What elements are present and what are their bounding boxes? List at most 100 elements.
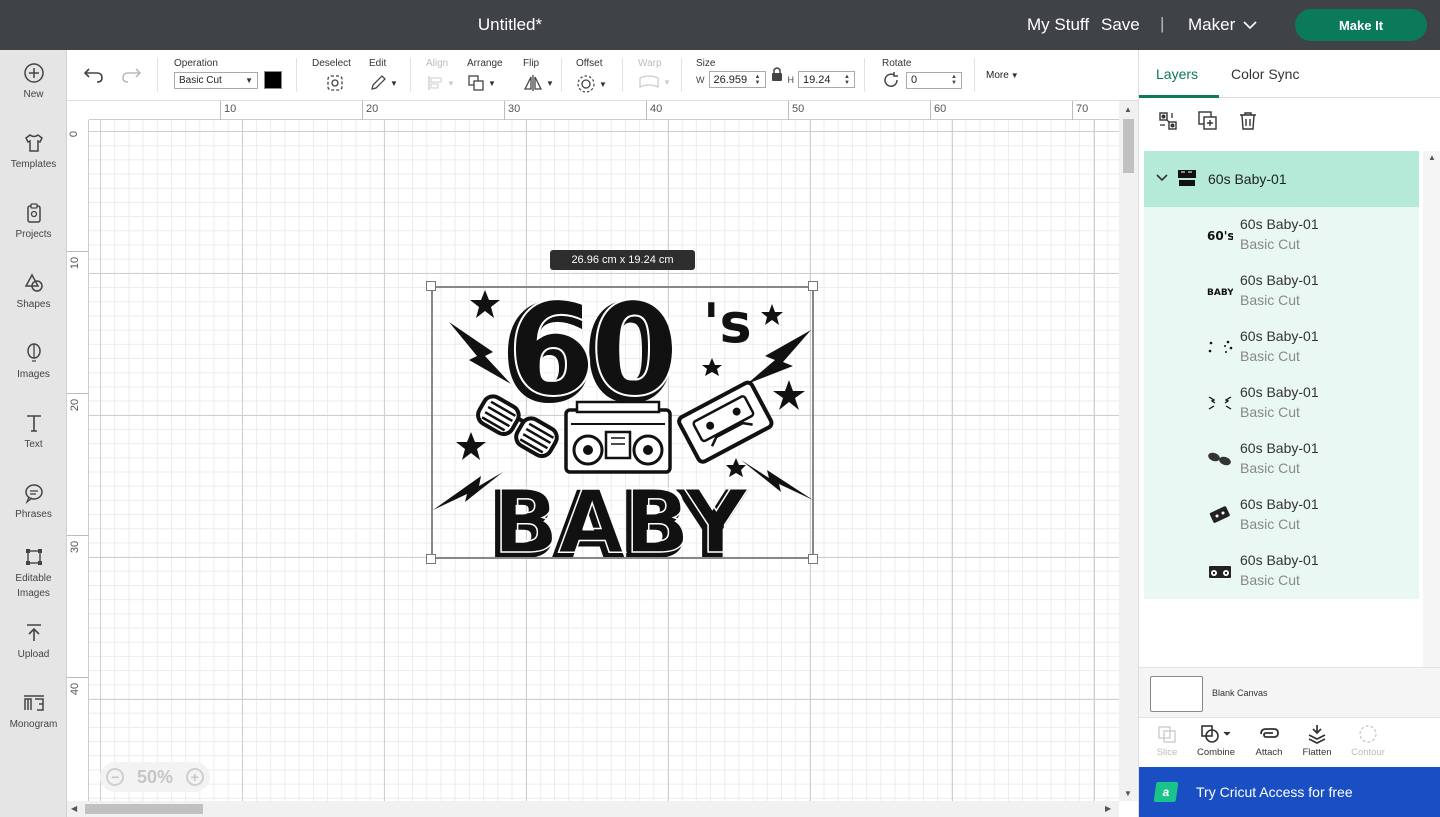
sidebar-item-phrases[interactable]: Phrases [0,482,67,522]
monogram-icon [23,695,44,711]
layer-item[interactable]: 60's 60s Baby-01 Basic Cut [1144,207,1419,263]
flip-tool[interactable]: Flip ▼ [523,58,554,92]
align-tool: Align ▼ [426,58,455,92]
sidebar-item-label: Templates [10,159,57,170]
cricut-access-banner[interactable]: a Try Cricut Access for free [1139,767,1440,817]
undo-icon[interactable] [83,66,105,84]
resize-handle-top-right[interactable] [808,281,818,291]
layer-action-bar: Slice Combine Attach Flatten Contour [1139,717,1440,767]
scroll-left-icon[interactable]: ◀ [71,804,77,813]
sidebar-item-projects[interactable]: Projects [0,202,67,242]
selection-box [431,286,814,559]
width-input[interactable]: 26.959 ▲ ▼ [708,71,766,88]
scroll-up-icon[interactable]: ▲ [1124,105,1132,114]
size-tooltip: 26.96 cm x 19.24 cm [550,250,695,270]
tab-color-sync[interactable]: Color Sync [1231,66,1299,82]
contour-button[interactable]: Contour [1343,724,1393,758]
sidebar-item-templates[interactable]: Templates [0,132,67,172]
resize-handle-top-left[interactable] [426,281,436,291]
panel-scrollbar[interactable]: ▲ ▼ [1423,151,1440,717]
sidebar-item-label: Upload [17,649,50,660]
scroll-up-icon[interactable]: ▲ [1428,153,1436,162]
layer-operation: Basic Cut [1240,348,1300,364]
group-name: 60s Baby-01 [1208,171,1287,187]
zoom-out-icon[interactable]: − [106,768,125,786]
sidebar-item-label: Editable Images [15,573,52,599]
layer-item[interactable]: BABY 60s Baby-01 Basic Cut [1144,263,1419,319]
layer-group[interactable]: 60s Baby-01 [1144,151,1419,207]
layer-item[interactable]: 60s Baby-01 Basic Cut [1144,375,1419,431]
layer-item[interactable]: 60s Baby-01 Basic Cut [1144,431,1419,487]
sidebar-item-monogram[interactable]: Monogram [0,692,67,732]
delete-icon[interactable] [1237,110,1259,132]
flatten-button[interactable]: Flatten [1292,724,1342,758]
more-label: More [986,70,1009,81]
sidebar-item-images[interactable]: Images [0,342,67,382]
sidebar-item-text[interactable]: Text [0,412,67,452]
spinner-icon[interactable]: ▲ ▼ [844,74,850,86]
layers-panel: Layers Color Sync 60s Baby-01 60's 60s B… [1138,50,1440,817]
operation-color-swatch[interactable] [264,71,282,89]
attach-button[interactable]: Attach [1244,724,1294,758]
pencil-icon [371,75,386,90]
toolbar-divider [296,58,297,92]
rotate-icon[interactable] [882,71,900,89]
combine-button[interactable]: Combine [1191,724,1241,758]
shapes-icon [24,273,43,292]
arrange-tool[interactable]: Arrange ▼ [467,58,503,92]
svg-text:BABY: BABY [1207,288,1233,297]
canvas-color-swatch[interactable] [1150,676,1203,712]
blank-canvas-row[interactable]: Blank Canvas [1139,667,1440,717]
sidebar-item-shapes[interactable]: Shapes [0,272,67,312]
ruler-horizontal: 10 20 30 40 50 60 70 [89,101,1119,120]
scroll-right-icon[interactable]: ▶ [1105,804,1111,813]
sidebar-item-upload[interactable]: Upload [0,622,67,662]
redo-icon[interactable] [120,66,142,84]
offset-tool[interactable]: Offset ▼ [576,58,607,94]
ruler-vertical: 0 10 20 30 40 [67,120,89,801]
machine-selector[interactable]: Maker [1188,15,1257,35]
canvas-horizontal-scrollbar[interactable]: ◀ ▶ [67,801,1119,817]
zoom-in-icon[interactable]: + [185,768,204,786]
slice-button[interactable]: Slice [1142,724,1192,758]
toolbar-divider [681,58,682,92]
resize-handle-bottom-right[interactable] [808,554,818,564]
ruler-label: 70 [1076,103,1089,115]
group-thumbnail-icon [1178,170,1196,186]
deselect-label: Deselect [312,58,351,69]
height-value: 19.24 [803,73,831,86]
more-menu[interactable]: More ▼ [986,70,1019,81]
operation-select[interactable]: Basic Cut ▼ [174,71,258,89]
layer-name: 60s Baby-01 [1240,496,1319,512]
scrollbar-thumb[interactable] [85,804,203,814]
layer-item[interactable]: 60s Baby-01 Basic Cut [1144,319,1419,375]
group-icon[interactable] [1157,110,1179,132]
height-input[interactable]: 19.24 ▲ ▼ [798,71,855,88]
spinner-icon[interactable]: ▲ ▼ [951,74,957,86]
scrollbar-thumb[interactable] [1123,119,1134,173]
deselect-tool[interactable]: Deselect [312,58,351,98]
make-it-button[interactable]: Make It [1295,9,1427,41]
operation-group: Operation Basic Cut ▼ [174,58,282,89]
document-title[interactable]: Untitled* [0,15,1020,35]
save-button[interactable]: Save [1101,15,1140,35]
canvas-vertical-scrollbar[interactable]: ▲ ▼ [1119,101,1138,801]
my-stuff-link[interactable]: My Stuff [1027,15,1089,35]
sidebar-item-label: Monogram [9,719,58,730]
cricut-access-logo-icon: a [1153,782,1179,802]
duplicate-icon[interactable] [1197,110,1219,132]
scroll-down-icon[interactable]: ▼ [1124,789,1132,798]
edit-label: Edit [369,58,387,69]
tab-layers[interactable]: Layers [1156,66,1198,82]
spinner-icon[interactable]: ▲ ▼ [755,74,761,86]
rotate-input[interactable]: 0 ▲ ▼ [906,71,962,89]
resize-handle-bottom-left[interactable] [426,554,436,564]
balloon-icon [26,343,41,362]
sidebar-item-new[interactable]: New [0,62,67,102]
edit-tool[interactable]: Edit ▼ [369,58,398,92]
sidebar-item-editable-images[interactable]: Editable Images [0,546,67,601]
lock-icon[interactable] [770,65,784,83]
layer-item[interactable]: 60s Baby-01 Basic Cut [1144,543,1419,599]
chevron-down-icon[interactable] [1156,173,1168,183]
layer-item[interactable]: 60s Baby-01 Basic Cut [1144,487,1419,543]
